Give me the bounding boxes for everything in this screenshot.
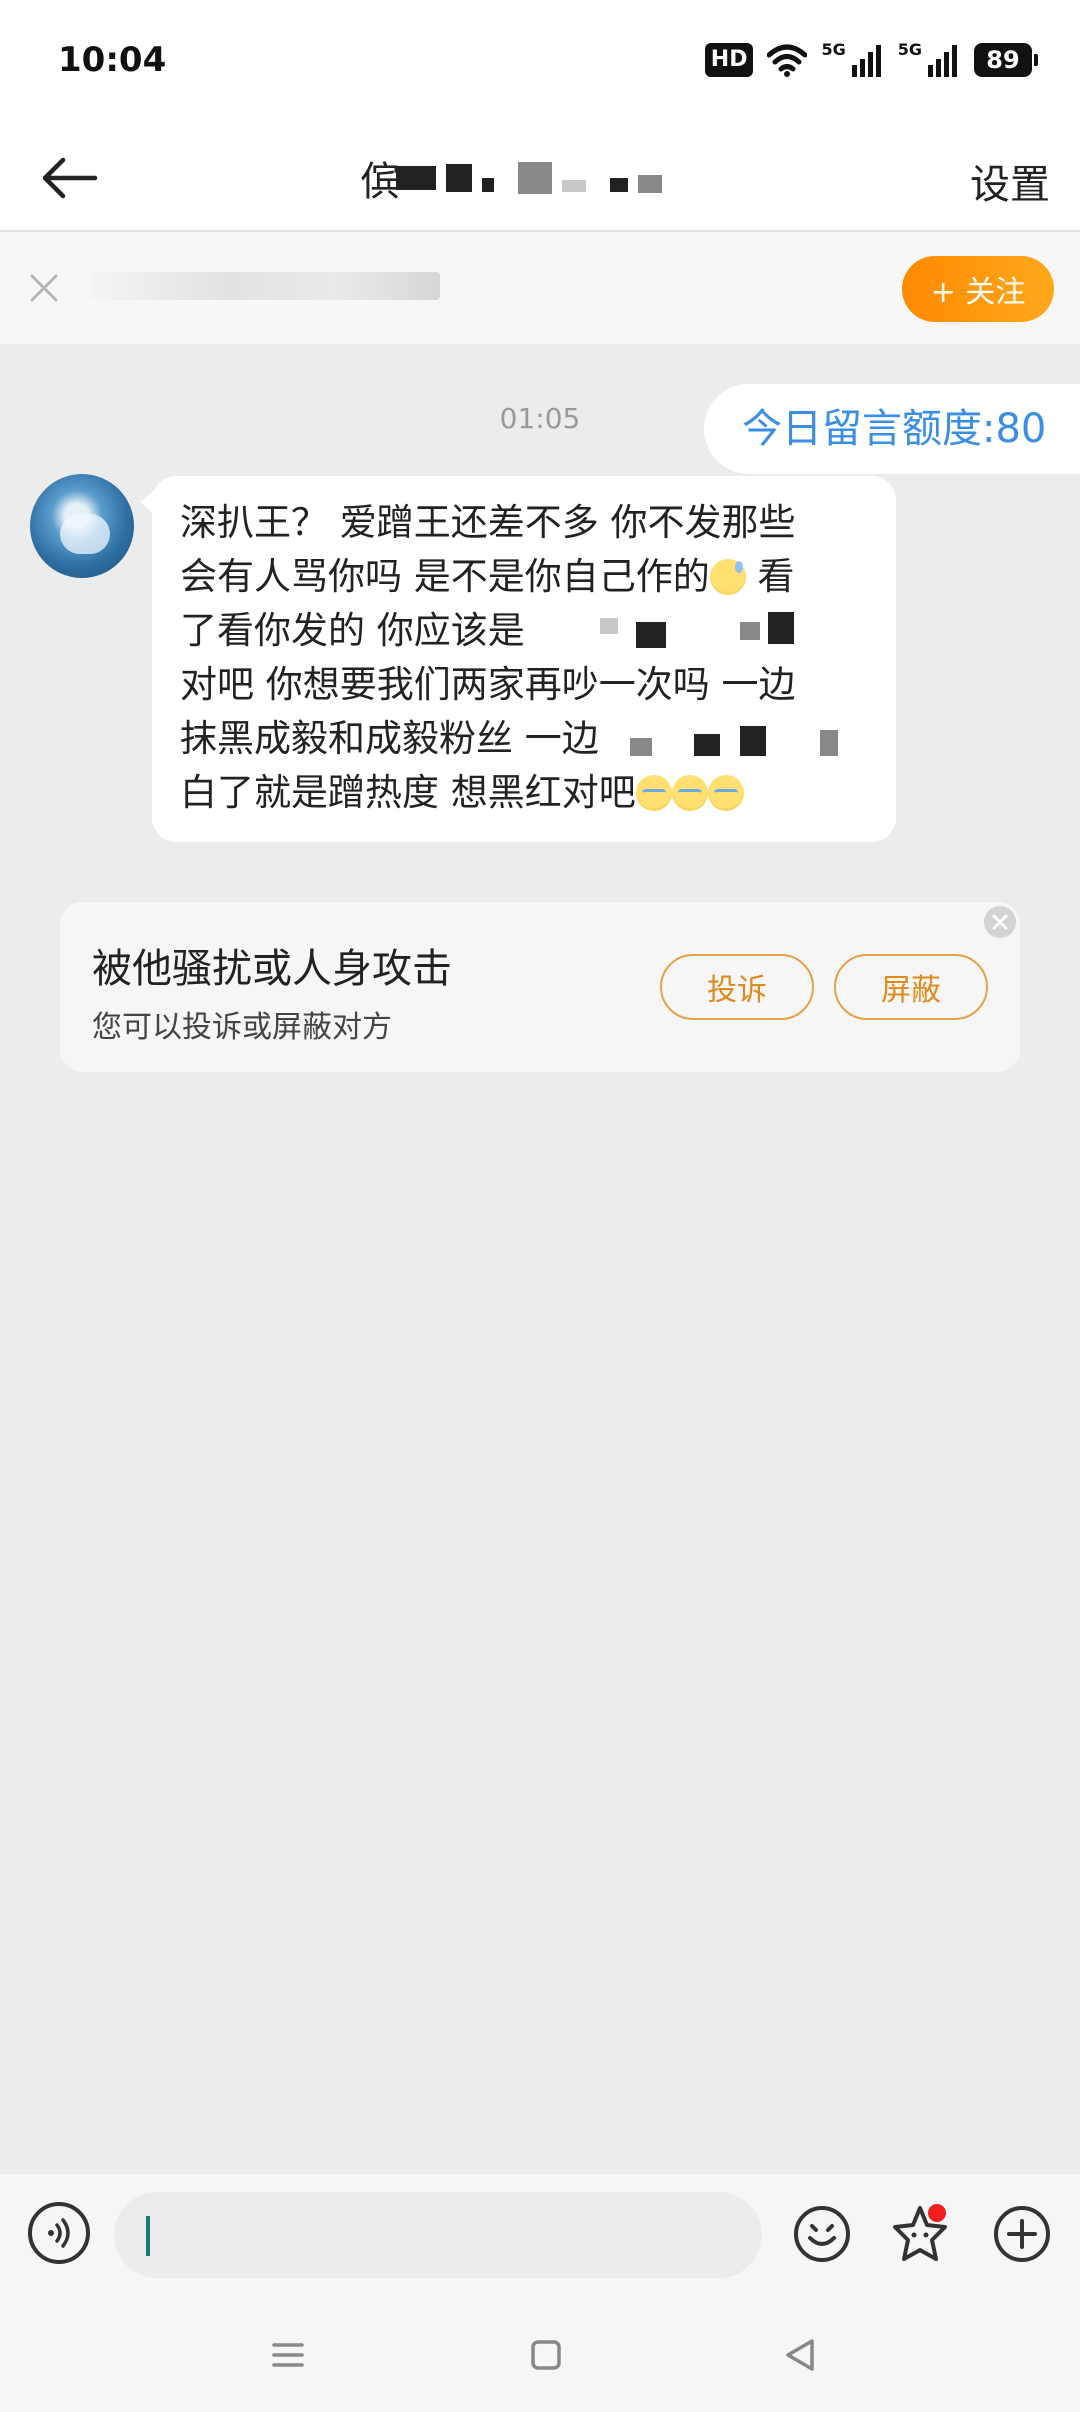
redacted-block bbox=[446, 164, 472, 192]
chat-area[interactable]: 01:05 今日留言额度:80 深扒王？ 爱蹭王还差不多 你不发那些 会有人骂你… bbox=[0, 344, 1080, 2174]
title-visible-char: 傧 bbox=[360, 159, 400, 205]
sim1-network-label: 5G bbox=[821, 40, 846, 59]
system-back-button[interactable] bbox=[770, 2330, 830, 2380]
card-title: 被他骚扰或人身攻击 bbox=[92, 946, 452, 992]
redacted-block bbox=[638, 175, 662, 193]
page-title: 傧 bbox=[360, 154, 720, 205]
follow-button-label: + 关注 bbox=[930, 275, 1026, 310]
daily-quota-badge: 今日留言额度:80 bbox=[704, 384, 1080, 474]
close-icon bbox=[992, 914, 1008, 930]
square-icon bbox=[531, 2340, 561, 2370]
signal-icon bbox=[928, 45, 957, 77]
arrow-left-icon bbox=[42, 157, 98, 199]
avatar[interactable] bbox=[30, 474, 134, 578]
redacted-block bbox=[562, 180, 586, 192]
menu-icon bbox=[272, 2343, 304, 2367]
card-subtitle: 您可以投诉或屏蔽对方 bbox=[92, 1010, 392, 1045]
sim2-network-label: 5G bbox=[897, 40, 922, 59]
redacted-block bbox=[636, 622, 666, 648]
crying-laughing-emoji-icon bbox=[671, 775, 708, 811]
follow-button[interactable]: + 关注 bbox=[902, 256, 1054, 322]
smiley-icon bbox=[794, 2206, 850, 2262]
back-button[interactable] bbox=[34, 148, 104, 208]
message-line: 了看你发的 你应该是 bbox=[180, 604, 870, 658]
redacted-block bbox=[482, 178, 494, 192]
message-line: 白了就是蹭热度 想黑红对吧 bbox=[180, 766, 870, 820]
hd-voice-icon: HD bbox=[704, 43, 754, 77]
recent-apps-button[interactable] bbox=[258, 2330, 318, 2380]
redacted-block bbox=[768, 612, 794, 644]
sticker-button[interactable] bbox=[888, 2202, 952, 2266]
complain-button[interactable]: 投诉 bbox=[660, 954, 814, 1020]
redacted-block bbox=[396, 166, 436, 190]
block-button[interactable]: 屏蔽 bbox=[834, 954, 988, 1020]
text-cursor bbox=[146, 2216, 150, 2256]
redacted-block bbox=[740, 622, 760, 640]
message-line: 抹黑成毅和成毅粉丝 一边 bbox=[180, 712, 870, 766]
harassment-report-card: 被他骚扰或人身攻击 您可以投诉或屏蔽对方 投诉 屏蔽 bbox=[60, 902, 1020, 1072]
message-line: 会有人骂你吗 是不是你自己作的 看 bbox=[180, 555, 795, 598]
status-icons: HD 5G 5G 89 bbox=[704, 40, 1038, 80]
close-icon bbox=[30, 274, 58, 302]
redacted-block bbox=[600, 618, 618, 634]
more-options-button[interactable] bbox=[990, 2202, 1054, 2266]
message-bubble[interactable]: 深扒王？ 爱蹭王还差不多 你不发那些 会有人骂你吗 是不是你自己作的 看 了看你… bbox=[140, 476, 896, 842]
redacted-block bbox=[820, 730, 838, 756]
redacted-block bbox=[740, 726, 766, 756]
wifi-icon bbox=[767, 44, 808, 77]
redacted-block bbox=[518, 162, 552, 194]
redacted-block bbox=[694, 734, 720, 756]
emoji-button[interactable] bbox=[790, 2202, 854, 2266]
plus-circle-icon bbox=[994, 2206, 1050, 2262]
signal-icon bbox=[851, 45, 881, 77]
battery-icon: 89 bbox=[974, 43, 1038, 77]
system-navigation-bar bbox=[0, 2294, 1080, 2412]
close-banner-button[interactable] bbox=[26, 270, 62, 306]
message-line: 对吧 你想要我们两家再吵一次吗 一边 bbox=[180, 663, 796, 706]
settings-button[interactable]: 设置 bbox=[970, 152, 1050, 210]
status-bar: 10:04 HD 5G 5G 89 bbox=[0, 0, 1080, 124]
home-button[interactable] bbox=[516, 2330, 576, 2380]
triangle-back-icon bbox=[786, 2339, 814, 2371]
sweat-emoji-icon bbox=[709, 559, 746, 595]
input-bar bbox=[0, 2174, 1080, 2294]
voice-input-button[interactable] bbox=[28, 2202, 90, 2264]
redacted-block bbox=[610, 178, 628, 192]
close-card-button[interactable] bbox=[984, 906, 1016, 938]
message-input[interactable] bbox=[114, 2192, 762, 2278]
redacted-user-info bbox=[90, 272, 440, 300]
chat-header: 傧 设置 bbox=[0, 124, 1080, 232]
status-time: 10:04 bbox=[58, 40, 167, 80]
crying-laughing-emoji-icon bbox=[707, 775, 744, 811]
redacted-block bbox=[630, 738, 652, 756]
notification-dot bbox=[926, 2202, 948, 2224]
voice-icon bbox=[48, 2218, 70, 2248]
message-line: 深扒王？ 爱蹭王还差不多 你不发那些 bbox=[180, 501, 796, 544]
follow-banner: + 关注 bbox=[0, 232, 1080, 344]
crying-laughing-emoji-icon bbox=[635, 775, 672, 811]
